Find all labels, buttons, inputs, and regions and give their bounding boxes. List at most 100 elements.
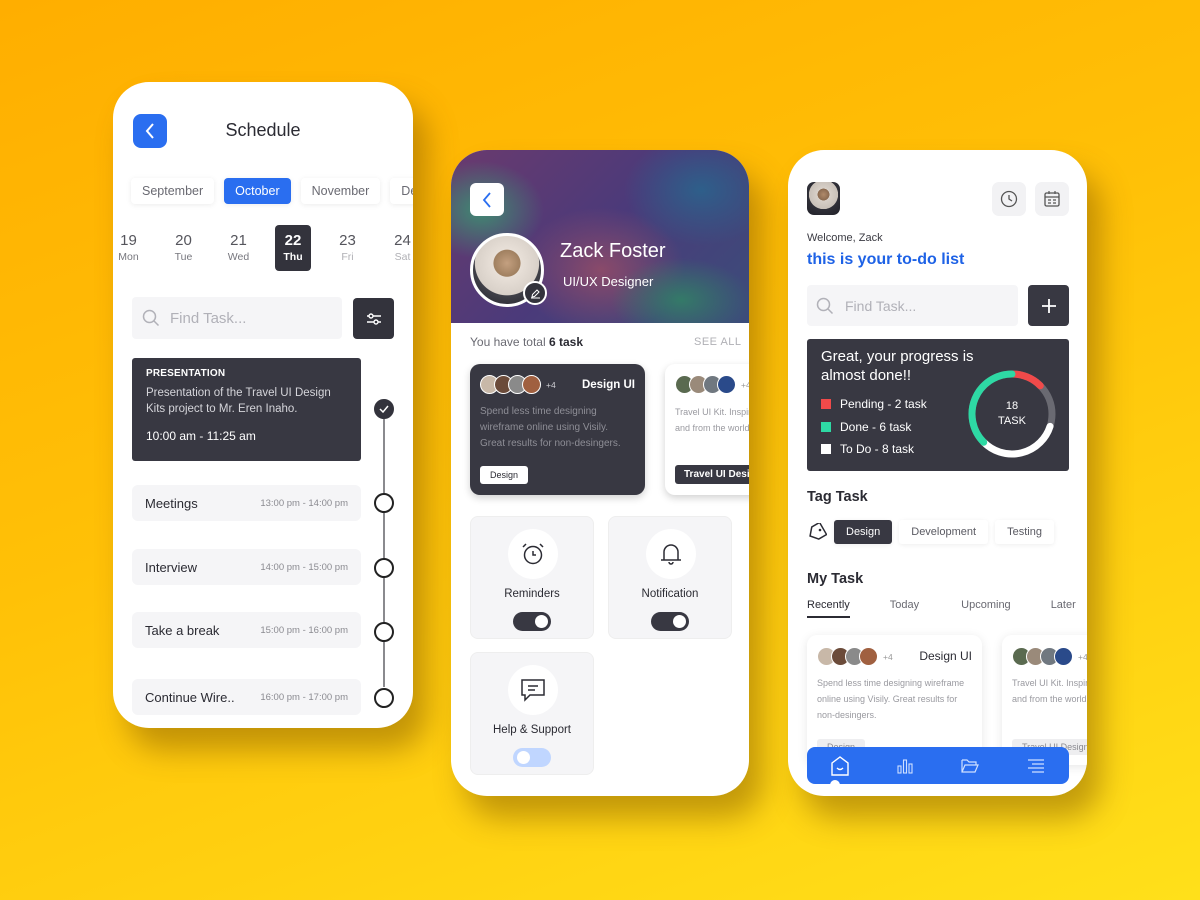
month-tab[interactable]: September [131,178,215,204]
todo-headline: this is your to-do list [807,251,965,268]
day-name: Wed [227,251,250,263]
schedule-screen: Schedule September October November Dece… [113,82,413,728]
tab-later[interactable]: Later [1051,599,1076,618]
task-card-tag[interactable]: Travel UI Design [675,465,749,484]
task-card[interactable]: +4 Travel UI Kit. Inspiring illustration… [1002,635,1087,765]
chart-icon[interactable] [897,758,913,774]
day-item-active[interactable]: 22 Thu [275,225,311,271]
menu-icon[interactable] [1027,758,1045,773]
task-card-title: Design UI [581,379,635,391]
see-all-link[interactable]: SEE ALL [694,336,742,348]
task-card-title: Design UI [919,649,972,663]
donut-total-label: TASK [998,415,1026,427]
legend-label: To Do - 8 task [840,442,915,456]
member-avatar [859,647,878,666]
timeline-check[interactable] [374,399,394,419]
donut-segment-todo [980,422,1054,458]
tab-upcoming[interactable]: Upcoming [961,599,1011,618]
edit-avatar-button[interactable] [523,281,547,305]
tag-chip[interactable]: Testing [995,520,1054,544]
bell-icon [661,544,681,565]
profile-name: Zack Foster [560,240,666,262]
day-name: Fri [341,251,354,263]
search-input[interactable]: Find Task... [132,297,342,339]
tag-chip-active[interactable]: Design [834,520,893,544]
task-card[interactable]: +4 Design UI Spend less time designing w… [470,364,645,495]
setting-label: Reminders [504,588,560,600]
history-button[interactable] [992,182,1026,216]
legend-swatch [821,399,831,409]
search-placeholder: Find Task... [170,309,247,327]
member-avatars: +4 [675,375,749,394]
tab-today[interactable]: Today [890,599,919,618]
task-row[interactable]: Interview 14:00 pm - 15:00 pm [132,549,361,585]
featured-task-card[interactable]: PRESENTATION Presentation of the Travel … [132,358,361,461]
tag-chip[interactable]: Development [899,520,989,544]
day-name: Sat [394,251,411,263]
back-button[interactable] [470,183,504,216]
reminders-toggle[interactable] [513,612,551,631]
timeline-dot[interactable] [374,493,394,513]
month-tab[interactable]: December [390,178,413,204]
task-card-tag[interactable]: Design [480,466,529,484]
tag-task-title: Tag Task [807,489,868,505]
search-icon [142,309,160,327]
task-description: Presentation of the Travel UI Design Kit… [146,387,331,415]
legend-todo: To Do - 8 task [821,442,914,456]
task-card[interactable]: +4 Travel UI Kit. Inspiring illustration… [665,364,749,495]
folder-icon[interactable] [961,758,979,773]
day-item[interactable]: 21 Wed [211,225,266,271]
search-input[interactable]: Find Task... [807,285,1018,326]
timeline-dot[interactable] [374,622,394,642]
setting-icon-circle [508,529,558,579]
search-placeholder: Find Task... [845,297,917,314]
timeline-dot[interactable] [374,558,394,578]
day-item[interactable]: 24 Sat [375,225,413,271]
help-support-toggle[interactable] [513,748,551,767]
day-selector: 19 Mon 20 Tue 21 Wed 22 Thu 23 Fri 24 Sat [113,225,413,271]
day-item[interactable]: 20 Tue [156,225,211,271]
filter-button[interactable] [353,298,394,339]
toggle-knob [517,751,530,764]
progress-card: Great, your progress is almost done!! Pe… [807,339,1069,471]
member-avatar [522,375,541,394]
notification-toggle[interactable] [651,612,689,631]
plus-icon [1041,298,1056,313]
active-nav-indicator [830,780,840,790]
task-row[interactable]: Meetings 13:00 pm - 14:00 pm [132,485,361,521]
member-avatar [1054,647,1073,666]
home-icon[interactable] [831,755,849,776]
todo-screen: Welcome, Zack this is your to-do list Fi… [788,150,1087,796]
timeline-dot[interactable] [374,688,394,708]
legend-label: Pending - 2 task [840,397,927,411]
toggle-knob [535,615,548,628]
day-item[interactable]: 19 Mon [113,225,156,271]
toggle-knob [673,615,686,628]
task-card[interactable]: +4 Design UI Spend less time designing w… [807,635,982,765]
member-avatar [717,375,736,394]
donut-total-count: 18 [1005,400,1019,412]
task-total-prefix: You have total [470,335,546,349]
task-row[interactable]: Continue Wire.. 16:00 pm - 17:00 pm [132,679,361,715]
setting-icon-circle [646,529,696,579]
setting-help-support[interactable]: Help & Support [470,652,594,775]
day-name: Tue [174,251,193,263]
month-tab-active[interactable]: October [224,178,291,204]
setting-notification[interactable]: Notification [608,516,732,639]
month-tab[interactable]: November [300,178,381,204]
user-avatar[interactable] [807,182,840,215]
task-row[interactable]: Take a break 15:00 pm - 16:00 pm [132,612,361,648]
legend-swatch [821,444,831,454]
month-selector: September October November December [131,178,413,204]
task-card-description: Spend less time designing wireframe onli… [817,678,965,720]
tab-recently[interactable]: Recently [807,599,850,618]
task-name: Take a break [145,622,220,638]
setting-reminders[interactable]: Reminders [470,516,594,639]
add-task-button[interactable] [1028,285,1069,326]
calendar-button[interactable] [1035,182,1069,216]
chat-icon [521,679,545,702]
day-item[interactable]: 23 Fri [320,225,375,271]
pencil-icon [530,288,540,298]
setting-label: Help & Support [493,724,571,736]
bottom-navigation [807,747,1069,784]
